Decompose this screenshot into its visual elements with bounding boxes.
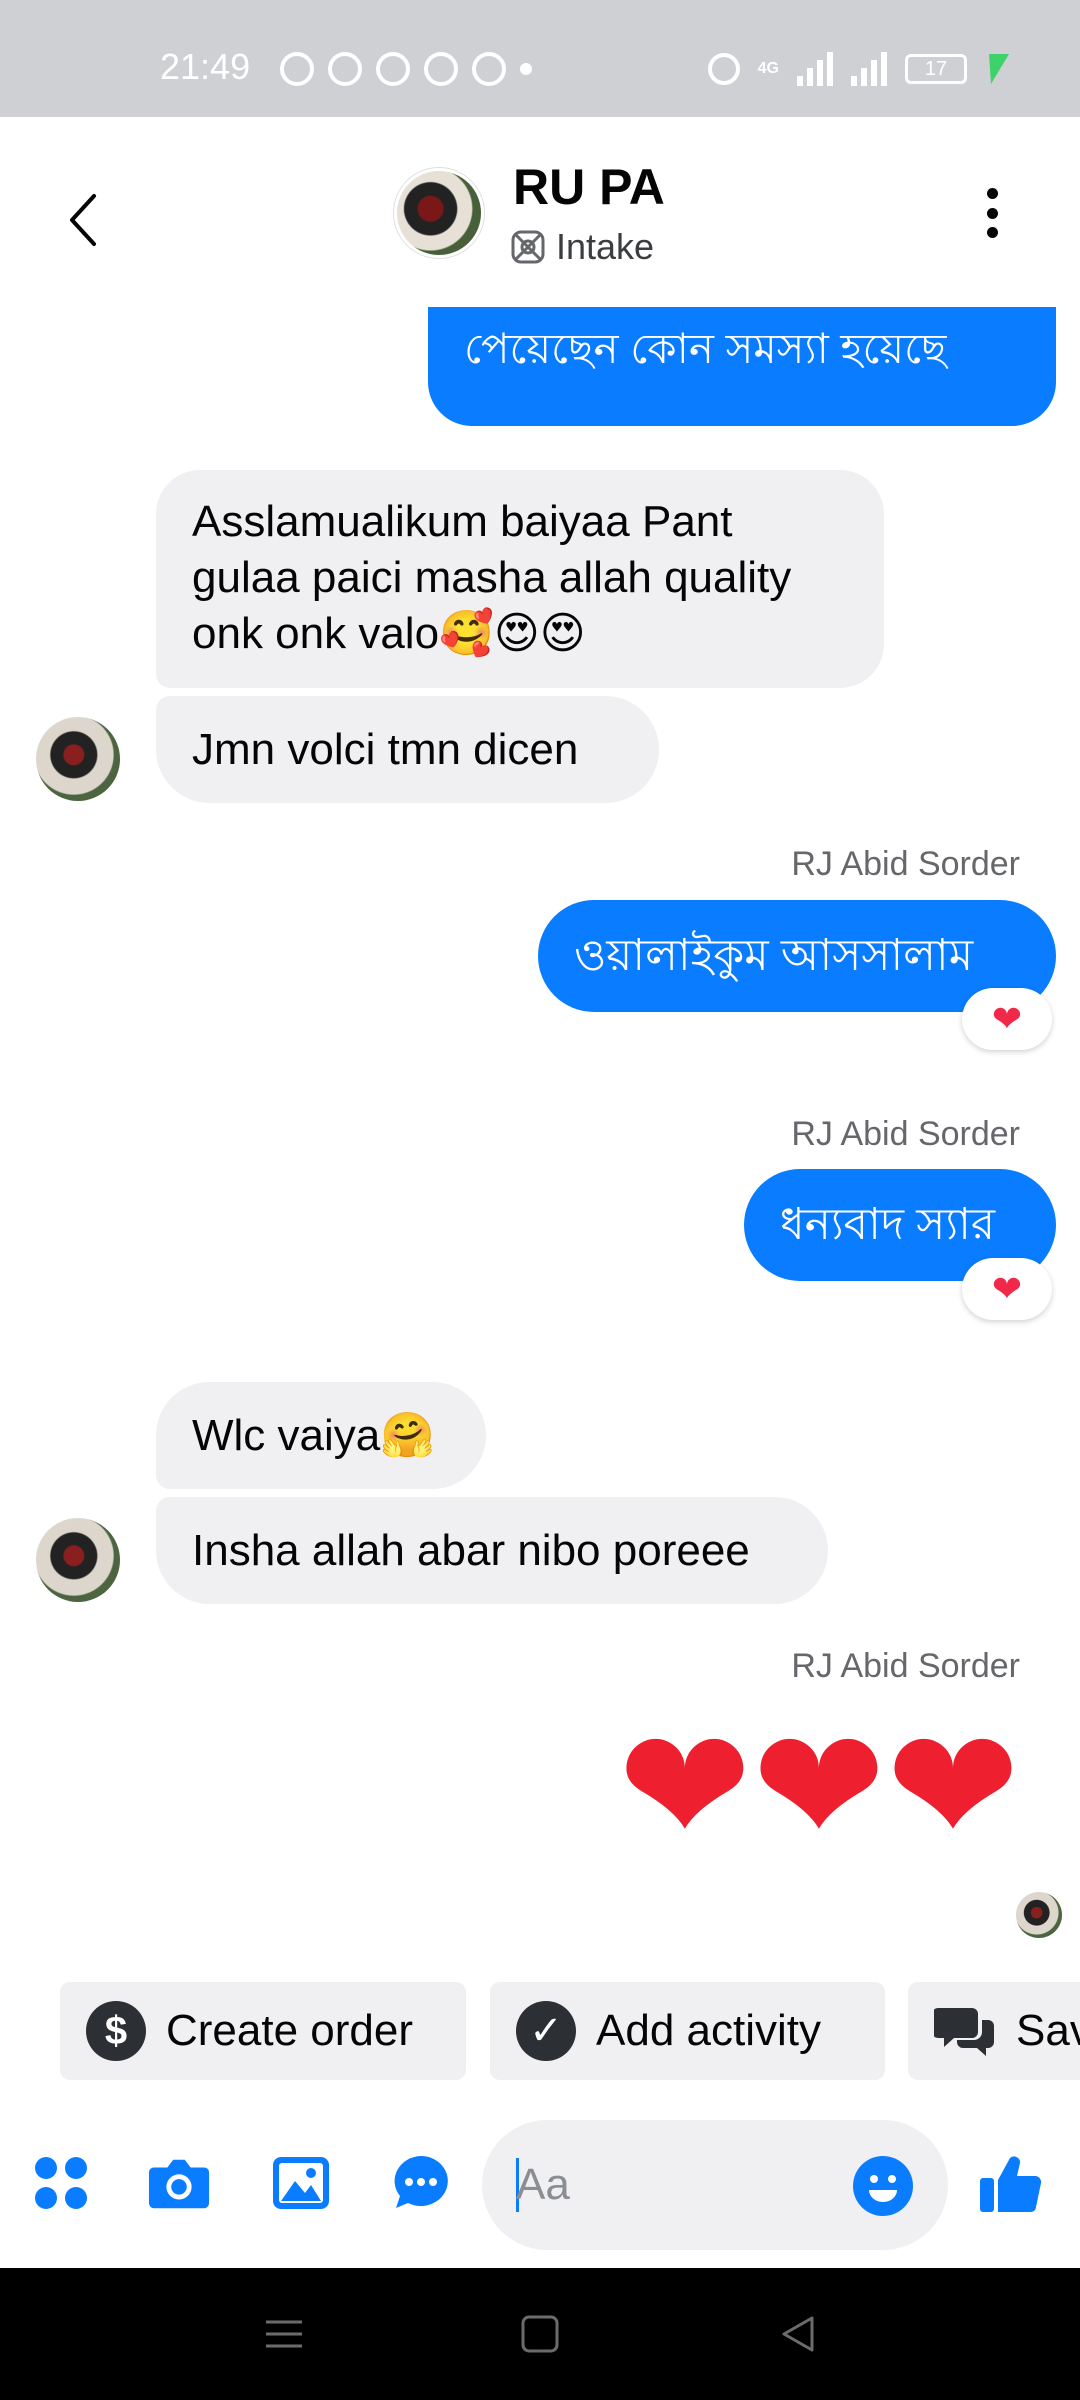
saved-replies-label: Sav xyxy=(1016,2006,1080,2055)
heart-reaction[interactable]: ❤ xyxy=(962,988,1052,1050)
dollar-icon: $ xyxy=(86,2001,146,2061)
dot-icon xyxy=(986,207,998,219)
system-navigation-bar xyxy=(0,2268,1080,2400)
hearts-text: ❤❤❤ xyxy=(617,1697,1020,1876)
apps-grid-icon xyxy=(35,2157,87,2209)
back-nav-icon[interactable] xyxy=(776,2312,820,2356)
incoming-message[interactable]: Asslamualikum baiyaa Pant gulaa paici ma… xyxy=(156,470,884,688)
more-options-button[interactable] xyxy=(980,188,1004,238)
dot-icon xyxy=(986,227,998,238)
saved-replies-composer-button[interactable] xyxy=(390,2152,452,2214)
contact-avatar[interactable] xyxy=(394,168,484,258)
message-text: Jmn volci tmn dicen xyxy=(192,724,579,774)
chat-dots-icon xyxy=(394,2156,448,2208)
home-icon[interactable] xyxy=(518,2312,562,2356)
create-order-label: Create order xyxy=(166,2006,414,2055)
message-composer xyxy=(0,2110,1080,2260)
message-text: Asslamualikum baiyaa Pant gulaa paici ma… xyxy=(192,497,792,658)
like-button[interactable] xyxy=(976,2148,1046,2218)
message-text: Wlc vaiya🤗 xyxy=(192,1410,436,1460)
heart-icon: ❤ xyxy=(991,1268,1023,1309)
sender-avatar[interactable] xyxy=(36,1518,120,1602)
incoming-message[interactable]: Jmn volci tmn dicen xyxy=(156,696,659,803)
seen-indicator-avatar xyxy=(1016,1892,1062,1938)
message-text: পেয়েছেন কোন সমস্যা হয়েছে xyxy=(464,325,947,372)
heart-reaction[interactable]: ❤ xyxy=(962,1258,1052,1320)
emoji-icon[interactable] xyxy=(852,2155,914,2217)
message-input[interactable] xyxy=(516,2155,816,2215)
sender-name: RJ Abid Sorder xyxy=(791,1115,1020,1153)
contact-label[interactable]: Intake xyxy=(510,226,654,268)
add-activity-label: Add activity xyxy=(596,2006,821,2055)
image-icon xyxy=(273,2157,329,2209)
camera-icon xyxy=(148,2159,210,2209)
incoming-message[interactable]: Wlc vaiya🤗 xyxy=(156,1382,486,1489)
back-button[interactable] xyxy=(60,190,110,250)
saved-replies-button[interactable]: Sav xyxy=(908,1982,1080,2080)
sender-name: RJ Abid Sorder xyxy=(791,1647,1020,1685)
heart-emoji-message[interactable]: ❤❤❤ xyxy=(618,1707,1020,1867)
intake-icon xyxy=(511,230,545,264)
thumbs-up-icon xyxy=(980,2156,1042,2212)
sender-avatar[interactable] xyxy=(36,717,120,801)
message-text: Insha allah abar nibo poreee xyxy=(192,1525,750,1575)
heart-icon: ❤ xyxy=(991,998,1023,1039)
quick-actions-bar[interactable]: $ Create order ✓ Add activity Sav xyxy=(0,1982,1080,2082)
incoming-message[interactable]: Insha allah abar nibo poreee xyxy=(156,1497,828,1604)
camera-button[interactable] xyxy=(148,2152,210,2214)
message-input-container[interactable] xyxy=(482,2120,948,2250)
check-circle-icon: ✓ xyxy=(516,2001,576,2061)
outgoing-message[interactable]: পেয়েছেন কোন সমস্যা হয়েছে xyxy=(428,307,1056,426)
gallery-button[interactable] xyxy=(270,2152,332,2214)
create-order-button[interactable]: $ Create order xyxy=(60,1982,466,2080)
message-text: ওয়ালাইকুম আসসালাম xyxy=(574,931,974,980)
add-activity-button[interactable]: ✓ Add activity xyxy=(490,1982,885,2080)
chevron-left-icon xyxy=(70,194,96,246)
message-list[interactable]: পেয়েছেন কোন সমস্যা হয়েছে Asslamualikum… xyxy=(0,307,1080,1967)
chat-header: RU PA Intake xyxy=(0,0,1080,307)
sender-name: RJ Abid Sorder xyxy=(791,845,1020,883)
more-actions-button[interactable] xyxy=(30,2152,92,2214)
dot-icon xyxy=(986,188,998,199)
contact-subtitle: Intake xyxy=(556,226,655,267)
recent-apps-icon[interactable] xyxy=(262,2312,306,2356)
chat-bubbles-icon xyxy=(934,2008,994,2056)
message-text: ধন্যবাদ স্যার xyxy=(780,1200,996,1249)
contact-name[interactable]: RU PA xyxy=(513,158,665,216)
